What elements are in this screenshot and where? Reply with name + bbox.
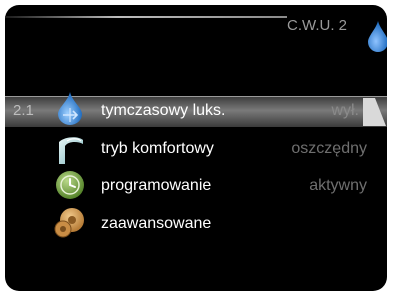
page-title: C.W.U. 2	[287, 17, 348, 34]
gears-icon	[54, 208, 84, 238]
menu-item-label: tryb komfortowy	[101, 140, 214, 157]
water-drop-icon	[368, 21, 387, 52]
menu-item-zaawansowane[interactable]: zaawansowane	[5, 208, 387, 241]
menu-item-value: wył.	[331, 102, 359, 119]
selection-pointer-icon	[363, 98, 386, 126]
menu-item-value: aktywny	[309, 177, 367, 194]
menu-item-label: programowanie	[101, 177, 212, 194]
faucet-icon	[59, 137, 83, 164]
menu-item-number: 2.1	[13, 102, 34, 119]
display-screen: C.W.U. 2 2.1 tymczasowy luks. wył. tryb …	[5, 5, 387, 291]
menu-item-tymczasowy-luks[interactable]: 2.1 tymczasowy luks. wył.	[5, 92, 387, 127]
menu-item-label: zaawansowane	[101, 215, 212, 232]
menu-item-label: tymczasowy luks.	[101, 102, 226, 119]
header-divider	[5, 16, 287, 18]
menu-item-programowanie[interactable]: programowanie aktywny	[5, 171, 387, 203]
clock-icon	[56, 171, 84, 199]
drop-with-arrows-icon	[58, 92, 82, 125]
menu-item-tryb-komfortowy[interactable]: tryb komfortowy oszczędny	[5, 134, 387, 166]
menu-item-value: oszczędny	[291, 140, 367, 157]
